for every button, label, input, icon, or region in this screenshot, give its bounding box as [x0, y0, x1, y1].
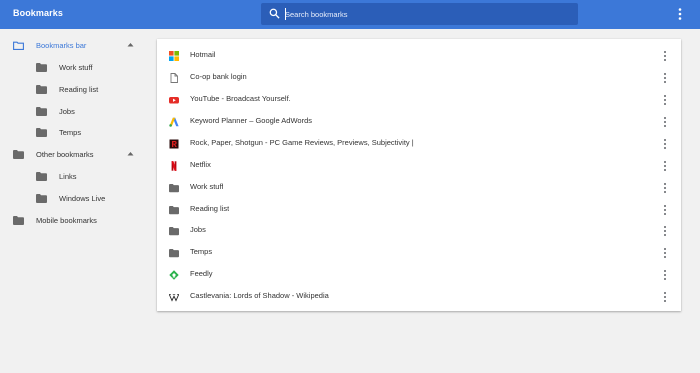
more-vert-icon[interactable]	[662, 269, 668, 281]
folder-icon	[169, 206, 179, 215]
folder-tree: Bookmarks bar Work stuff Reading list Jo…	[0, 29, 150, 373]
sidebar-item-label: Mobile bookmarks	[36, 215, 97, 225]
more-vert-icon[interactable]	[662, 72, 668, 84]
more-vert-icon[interactable]	[662, 94, 668, 106]
sidebar-item-jobs[interactable]: Jobs	[36, 101, 75, 121]
bookmark-title: Jobs	[190, 225, 206, 234]
more-vert-icon[interactable]	[662, 182, 668, 194]
search-input[interactable]	[285, 6, 565, 22]
sidebar-item-windows-live[interactable]: Windows Live	[36, 188, 105, 208]
search-box[interactable]	[261, 3, 578, 25]
more-vert-icon[interactable]	[674, 7, 686, 21]
sidebar-item-label: Bookmarks bar	[36, 40, 87, 50]
bookmark-item-co-op-bank[interactable]: Co-op bank login	[157, 67, 681, 89]
sidebar-item-reading-list[interactable]: Reading list	[36, 79, 98, 99]
more-vert-icon[interactable]	[662, 138, 668, 150]
bookmark-item-feedly[interactable]: Feedly	[157, 264, 681, 286]
bookmark-title: Hotmail	[190, 50, 216, 59]
sidebar-item-label: Jobs	[59, 106, 75, 116]
sidebar-item-mobile-bookmarks[interactable]: Mobile bookmarks	[13, 210, 97, 230]
sidebar-item-label: Reading list	[59, 84, 99, 94]
sidebar-item-label: Work stuff	[59, 62, 93, 72]
bookmark-title: Keyword Planner – Google AdWords	[190, 116, 313, 125]
sidebar-item-label: Other bookmarks	[36, 149, 94, 159]
bookmark-item-keyword-planner[interactable]: Keyword Planner – Google AdWords	[157, 111, 681, 133]
collapse-arrow-icon[interactable]	[127, 42, 134, 47]
sidebar-item-other-bookmarks[interactable]: Other bookmarks	[13, 144, 94, 164]
bookmark-title: Temps	[190, 247, 213, 256]
bookmark-item-hotmail[interactable]: Hotmail	[157, 45, 681, 67]
sidebar-item-bookmarks-bar[interactable]: Bookmarks bar	[13, 35, 86, 55]
windows-logo-icon	[169, 51, 179, 61]
folder-icon	[36, 171, 47, 181]
bookmark-title: YouTube - Broadcast Yourself.	[190, 94, 291, 103]
folder-icon	[13, 149, 24, 159]
bookmark-title: Feedly	[190, 269, 213, 278]
bookmark-folder-work-stuff[interactable]: Work stuff	[157, 177, 681, 199]
wikipedia-icon	[169, 294, 179, 302]
folder-icon	[36, 84, 47, 94]
folder-icon	[36, 62, 47, 72]
rps-icon	[169, 139, 179, 149]
bookmark-folder-jobs[interactable]: Jobs	[157, 220, 681, 242]
folder-icon	[169, 184, 179, 193]
feedly-icon	[169, 270, 179, 280]
folder-icon	[36, 106, 47, 116]
adwords-icon	[169, 117, 179, 127]
more-vert-icon[interactable]	[662, 50, 668, 62]
bookmark-item-youtube[interactable]: YouTube - Broadcast Yourself.	[157, 89, 681, 111]
bookmark-folder-reading-list[interactable]: Reading list	[157, 199, 681, 221]
page-icon	[170, 73, 178, 83]
sidebar-item-label: Temps	[59, 127, 82, 137]
bookmark-title: Work stuff	[190, 182, 224, 191]
more-vert-icon[interactable]	[662, 160, 668, 172]
folder-outline-icon	[13, 41, 24, 50]
sidebar-item-temps[interactable]: Temps	[36, 122, 81, 142]
bookmark-item-rock-paper-shotgun[interactable]: Rock, Paper, Shotgun - PC Game Reviews, …	[157, 133, 681, 155]
collapse-arrow-icon[interactable]	[127, 151, 134, 156]
sidebar-item-label: Windows Live	[59, 193, 106, 203]
more-vert-icon[interactable]	[662, 225, 668, 237]
more-vert-icon[interactable]	[662, 247, 668, 259]
bookmark-item-netflix[interactable]: Netflix	[157, 155, 681, 177]
bookmark-title: Reading list	[190, 204, 230, 213]
bookmark-item-castlevania-wikipedia[interactable]: Castlevania: Lords of Shadow - Wikipedia	[157, 286, 681, 308]
bookmark-title: Netflix	[190, 160, 211, 169]
sidebar-item-label: Links	[59, 171, 77, 181]
top-toolbar: Bookmarks	[0, 0, 700, 29]
more-vert-icon[interactable]	[662, 204, 668, 216]
folder-icon	[36, 127, 47, 137]
sidebar-item-work-stuff[interactable]: Work stuff	[36, 57, 92, 77]
bookmark-title: Rock, Paper, Shotgun - PC Game Reviews, …	[190, 138, 414, 147]
bookmark-list: Hotmail Co-op bank login YouTube - Broad…	[157, 39, 681, 311]
search-icon	[269, 8, 280, 19]
netflix-icon	[171, 161, 177, 171]
more-vert-icon[interactable]	[662, 291, 668, 303]
youtube-icon	[169, 97, 179, 104]
bookmark-folder-temps[interactable]: Temps	[157, 242, 681, 264]
folder-icon	[169, 249, 179, 258]
folder-icon	[36, 193, 47, 203]
sidebar-item-links[interactable]: Links	[36, 166, 77, 186]
bookmark-title: Castlevania: Lords of Shadow - Wikipedia	[190, 291, 329, 300]
app-title: Bookmarks	[13, 8, 63, 18]
more-vert-icon[interactable]	[662, 116, 668, 128]
folder-icon	[169, 227, 179, 236]
bookmark-title: Co-op bank login	[190, 72, 247, 81]
folder-icon	[13, 215, 24, 225]
